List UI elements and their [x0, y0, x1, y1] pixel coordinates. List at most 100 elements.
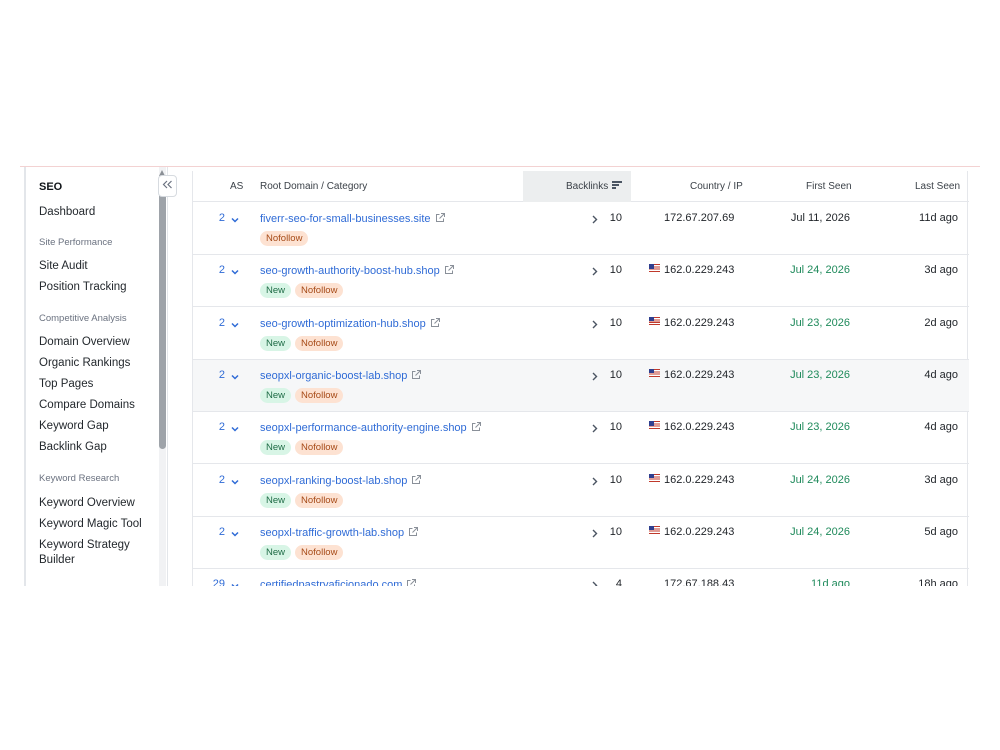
last-seen-date: 2d ago [924, 316, 958, 329]
chevron-down-icon[interactable] [231, 478, 239, 486]
root-domain-link[interactable]: seopxl-traffic-growth-lab.shop [260, 526, 419, 539]
col-header-domain[interactable]: Root Domain / Category [260, 171, 367, 202]
root-domain-link[interactable]: fiverr-seo-for-small-businesses.site [260, 212, 446, 225]
sort-icon[interactable] [612, 181, 623, 189]
first-seen-date: Jul 23, 2026 [790, 368, 850, 381]
table-row[interactable]: 2 seopxl-performance-authority-engine.sho… [193, 412, 969, 465]
chevron-down-icon[interactable] [231, 373, 239, 381]
as-value[interactable]: 2 [211, 421, 225, 433]
table-row[interactable]: 2 seopxl-ranking-boost-lab.shop 10 162.0.22… [193, 465, 969, 517]
first-seen-date: Jul 24, 2026 [790, 473, 850, 486]
root-domain-link[interactable]: seopxl-ranking-boost-lab.shop [260, 474, 422, 487]
external-link-icon[interactable] [430, 317, 441, 328]
backlinks-count[interactable]: 4 [606, 578, 622, 586]
chevron-right-icon[interactable] [591, 529, 598, 538]
root-domain-text[interactable]: seopxl-ranking-boost-lab.shop [260, 475, 407, 487]
as-value[interactable]: 2 [211, 526, 225, 538]
category-badges: New Nofollow [260, 387, 344, 403]
sidebar-section-label: Keyword Research [39, 473, 120, 484]
external-link-icon[interactable] [471, 421, 482, 432]
table-row[interactable]: 2 seopxl-organic-boost-lab.shop 10 162.0.22… [193, 359, 969, 412]
sidebar-item[interactable]: Keyword Gap [39, 419, 109, 434]
table-row[interactable]: 2 fiverr-seo-for-small-businesses.site 10 1… [193, 203, 969, 255]
backlinks-count[interactable]: 10 [606, 526, 622, 538]
backlinks-count[interactable]: 10 [606, 317, 622, 329]
chevron-down-icon[interactable] [231, 582, 239, 586]
table-row[interactable]: 2 seo-growth-authority-boost-hub.shop 10 16… [193, 255, 969, 308]
table-row[interactable]: 2 seo-growth-optimization-hub.shop 10 162.0… [193, 308, 969, 360]
external-link-icon[interactable] [408, 526, 419, 537]
backlinks-count[interactable]: 10 [606, 264, 622, 276]
sidebar-item[interactable]: Top Pages [39, 377, 93, 392]
external-link-icon[interactable] [411, 474, 422, 485]
as-value[interactable]: 2 [211, 474, 225, 486]
chevron-down-icon[interactable] [231, 216, 239, 224]
col-header-first-seen[interactable]: First Seen [806, 171, 852, 202]
category-badges: New Nofollow [260, 544, 344, 560]
chevron-right-icon[interactable] [591, 320, 598, 329]
root-domain-link[interactable]: certifiedpastryaficionado.com [260, 578, 417, 586]
root-domain-text[interactable]: seopxl-organic-boost-lab.shop [260, 370, 407, 382]
backlinks-count[interactable]: 10 [606, 474, 622, 486]
sidebar-item[interactable]: Keyword Magic Tool [39, 517, 142, 532]
sidebar-item[interactable]: Organic Rankings [39, 356, 130, 371]
sidebar-item[interactable]: Backlink Gap [39, 440, 107, 455]
last-seen-date: 3d ago [924, 473, 958, 486]
table-row[interactable]: 2 seopxl-traffic-growth-lab.shop 10 162.0.2… [193, 517, 969, 569]
root-domain-text[interactable]: seo-growth-authority-boost-hub.shop [260, 265, 440, 277]
sidebar-item[interactable]: Domain Overview [39, 335, 130, 350]
external-link-icon[interactable] [444, 264, 455, 275]
sidebar-item[interactable]: Compare Domains [39, 398, 135, 413]
ip-address: 162.0.229.243 [664, 525, 735, 538]
chevron-right-icon[interactable] [591, 581, 598, 586]
col-header-country-ip[interactable]: Country / IP [690, 171, 743, 202]
chevron-down-icon[interactable] [231, 425, 239, 433]
sidebar-scrollbar[interactable] [159, 167, 166, 586]
external-link-icon[interactable] [406, 578, 417, 586]
root-domain-link[interactable]: seopxl-performance-authority-engine.shop [260, 421, 482, 434]
root-domain-link[interactable]: seopxl-organic-boost-lab.shop [260, 369, 422, 382]
sidebar-item[interactable]: Keyword Strategy Builder [39, 538, 139, 568]
nofollow-badge: Nofollow [295, 544, 344, 560]
col-header-backlinks-label: Backlinks [566, 181, 609, 192]
root-domain-text[interactable]: seopxl-traffic-growth-lab.shop [260, 527, 404, 539]
country-ip: 162.0.229.243 [649, 264, 734, 276]
chevron-down-icon[interactable] [231, 530, 239, 538]
chevron-down-icon[interactable] [231, 268, 239, 276]
table-row[interactable]: 29 certifiedpastryaficionado.com 4 172.67.1… [193, 569, 969, 586]
chevron-right-icon[interactable] [591, 477, 598, 486]
chevron-right-icon[interactable] [591, 267, 598, 276]
backlinks-count[interactable]: 10 [606, 369, 622, 381]
table-header: AS Root Domain / Category Backlinks Coun… [193, 171, 969, 202]
sidebar-item[interactable]: Dashboard [39, 205, 95, 220]
root-domain-text[interactable]: seo-growth-optimization-hub.shop [260, 318, 426, 330]
col-header-as[interactable]: AS [230, 171, 243, 202]
last-seen-date: 5d ago [924, 525, 958, 538]
chevron-down-icon[interactable] [231, 321, 239, 329]
root-domain-text[interactable]: seopxl-performance-authority-engine.shop [260, 422, 467, 434]
backlinks-count[interactable]: 10 [606, 421, 622, 433]
chevron-right-icon[interactable] [591, 215, 598, 224]
as-value[interactable]: 2 [211, 317, 225, 329]
as-value[interactable]: 2 [211, 369, 225, 381]
col-header-last-seen[interactable]: Last Seen [915, 171, 960, 202]
external-link-icon[interactable] [435, 212, 446, 223]
collapse-sidebar-button[interactable] [158, 175, 177, 197]
external-link-icon[interactable] [411, 369, 422, 380]
as-value[interactable]: 29 [211, 578, 225, 586]
sidebar-item[interactable]: Site Audit [39, 259, 88, 274]
sidebar-item[interactable]: Keyword Overview [39, 496, 135, 511]
root-domain-link[interactable]: seo-growth-authority-boost-hub.shop [260, 264, 455, 277]
col-header-backlinks[interactable]: Backlinks [523, 171, 631, 202]
country-ip: 172.67.188.43 [664, 578, 734, 586]
as-value[interactable]: 2 [211, 264, 225, 276]
root-domain-text[interactable]: certifiedpastryaficionado.com [260, 579, 402, 586]
backlinks-count[interactable]: 10 [606, 212, 622, 224]
sidebar-scrollbar-thumb[interactable] [159, 181, 166, 449]
chevron-right-icon[interactable] [591, 372, 598, 381]
root-domain-text[interactable]: fiverr-seo-for-small-businesses.site [260, 213, 431, 225]
root-domain-link[interactable]: seo-growth-optimization-hub.shop [260, 317, 441, 330]
as-value[interactable]: 2 [211, 212, 225, 224]
chevron-right-icon[interactable] [591, 424, 598, 433]
sidebar-item[interactable]: Position Tracking [39, 280, 127, 295]
